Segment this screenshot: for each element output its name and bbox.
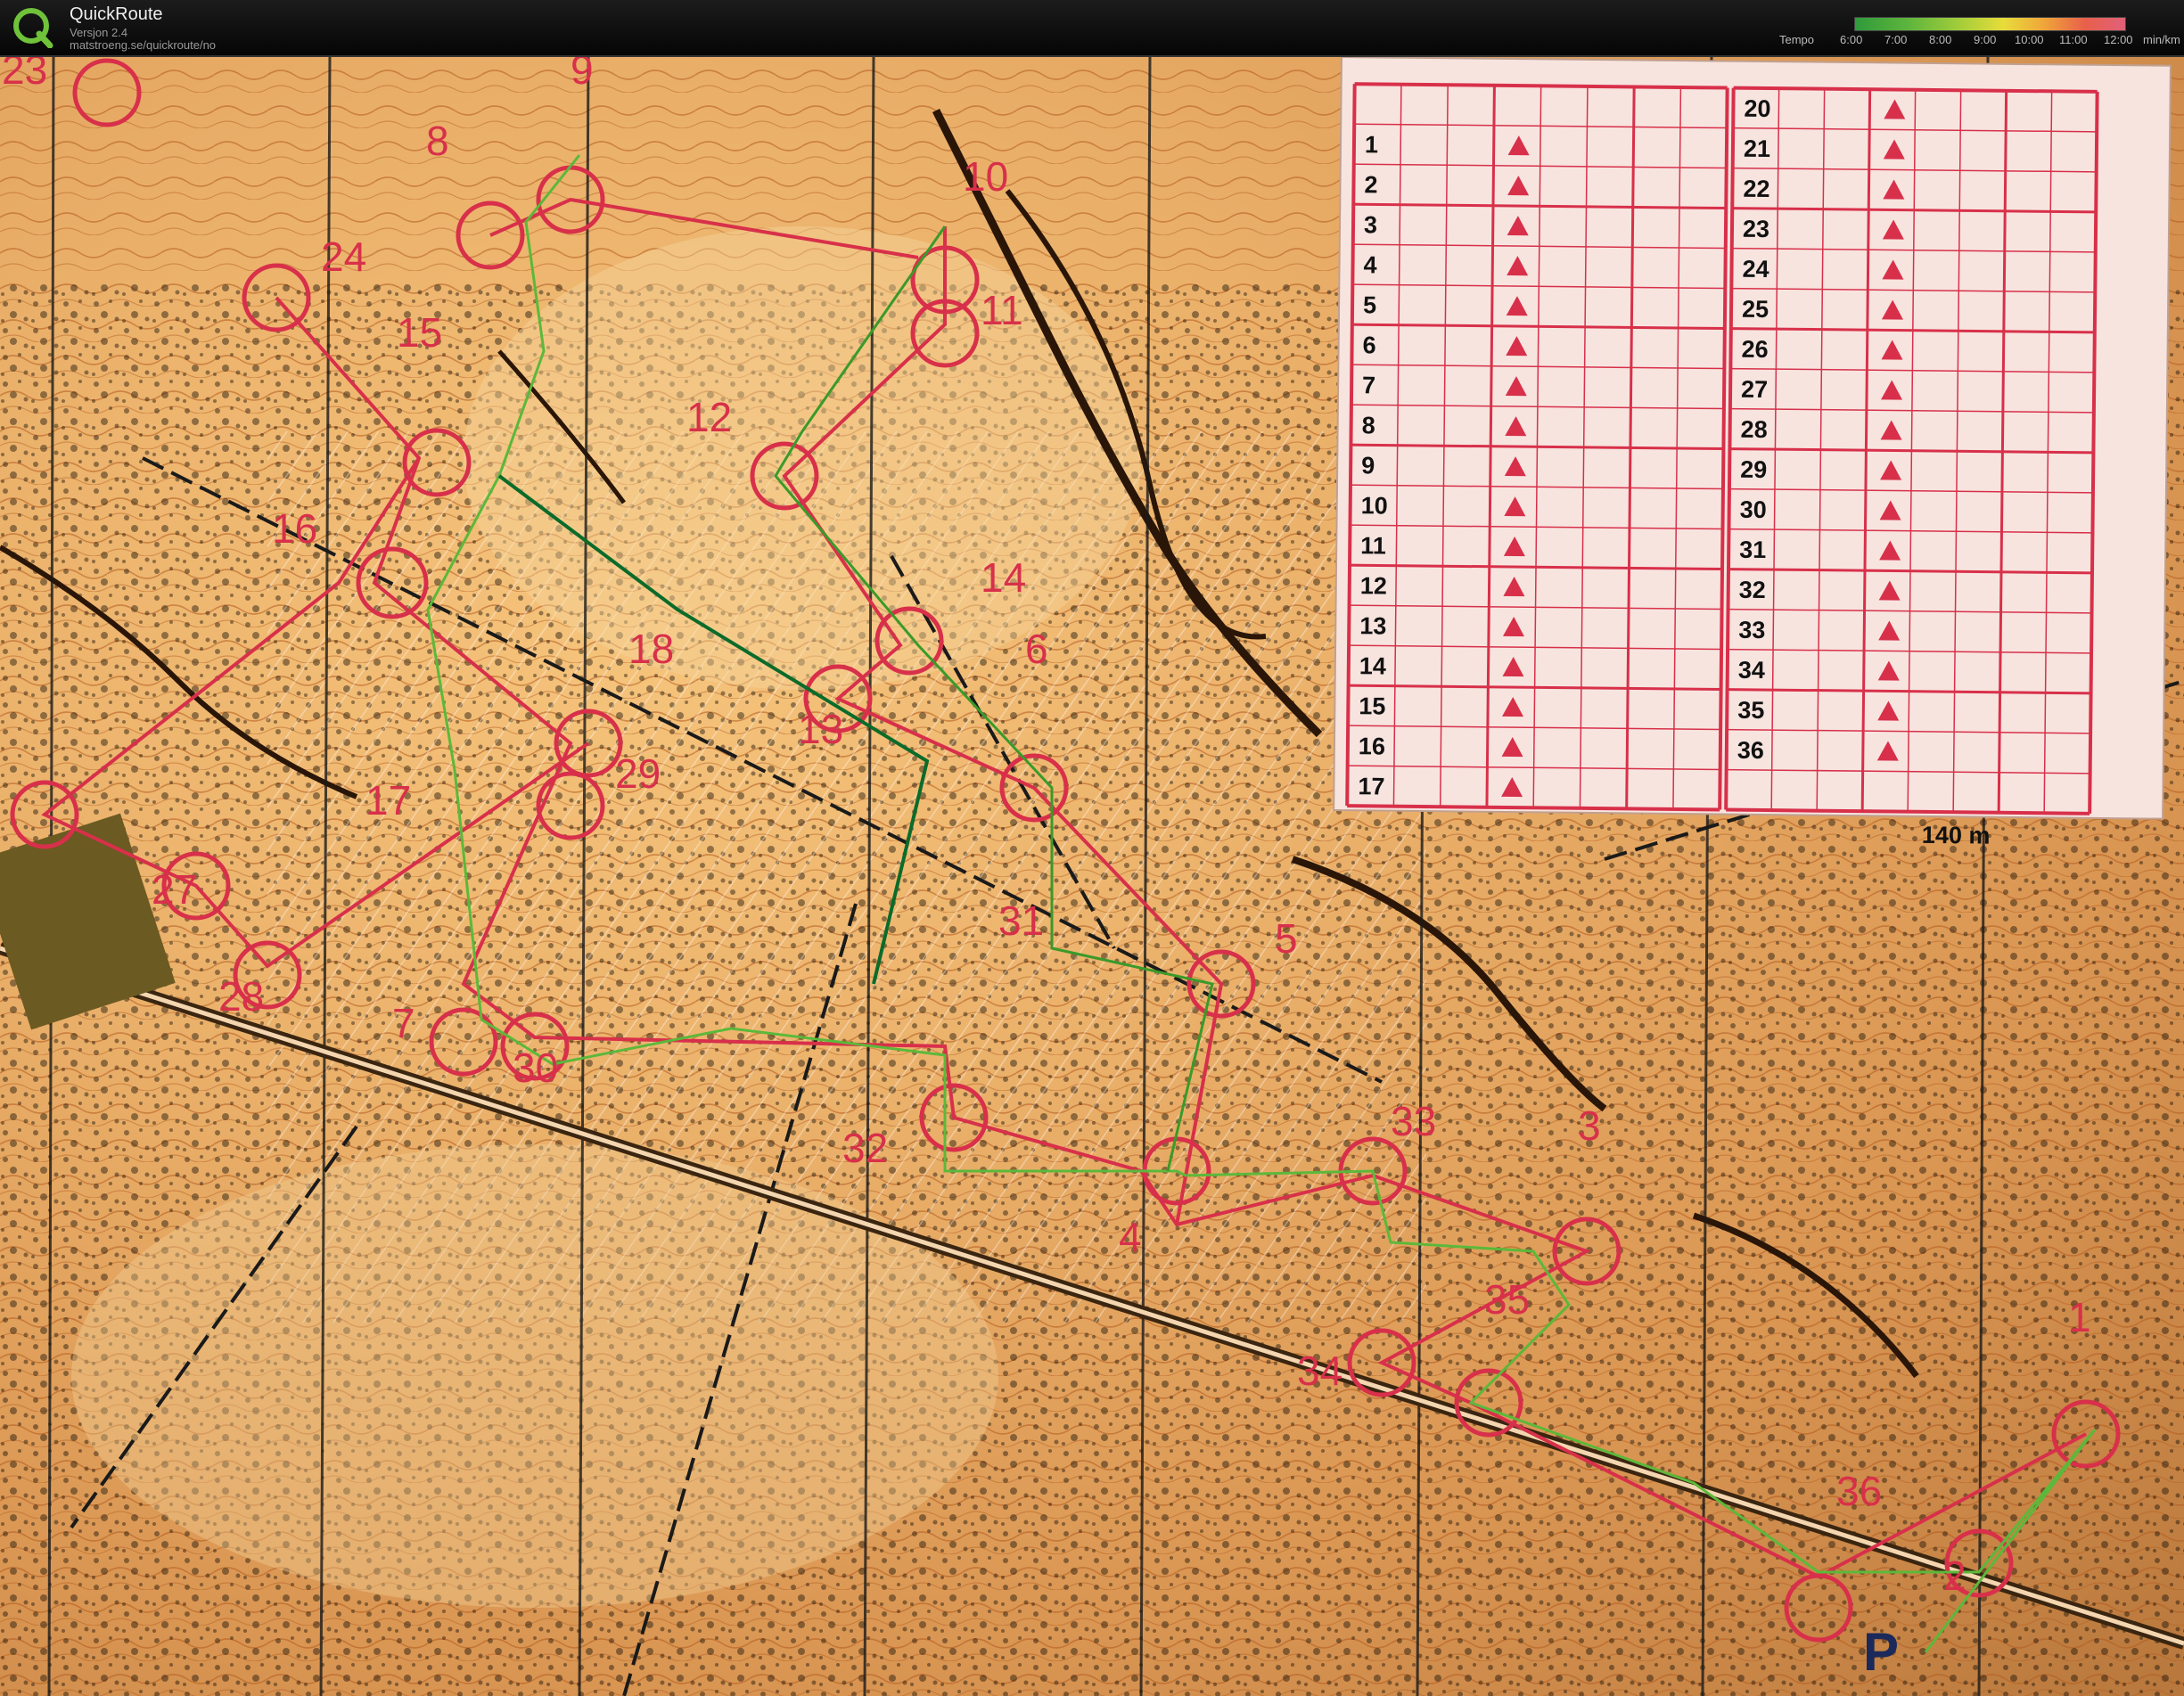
control-number: 13 — [798, 706, 843, 752]
description-row-number: 36 — [1737, 737, 1764, 764]
control-description-sheet: 1234567891011121314151617202122232425262… — [1333, 57, 2172, 849]
description-row-number: 34 — [1738, 657, 1765, 684]
control-number: 11 — [981, 287, 1023, 333]
control-number: 23 — [2, 57, 47, 93]
description-row-number: 15 — [1359, 692, 1385, 719]
control-number: 12 — [686, 394, 732, 440]
description-row-number: 20 — [1744, 95, 1770, 122]
app-title: QuickRoute — [70, 4, 163, 24]
description-row-number: 29 — [1740, 456, 1767, 483]
control-number: 14 — [981, 554, 1026, 601]
control-number: 34 — [1297, 1348, 1342, 1394]
description-row-number: 21 — [1744, 135, 1770, 162]
control-number: 31 — [998, 897, 1044, 944]
tempo-tick: 12:00 — [2104, 33, 2133, 46]
control-number: 10 — [963, 153, 1008, 200]
description-row-number: 25 — [1742, 296, 1769, 323]
orienteering-map[interactable]: 23 24 15 16 18 17 27 28 29 7 30 8 9 10 1… — [0, 57, 2184, 1696]
tempo-tick: 11:00 — [2059, 33, 2088, 46]
description-row-number: 11 — [1360, 532, 1386, 559]
description-row-number: 24 — [1742, 256, 1769, 283]
description-row-number: 32 — [1739, 577, 1766, 603]
control-number: 1 — [2068, 1294, 2091, 1340]
control-number: 29 — [615, 750, 661, 797]
tempo-unit: min/km — [2143, 33, 2180, 46]
description-row-number: 8 — [1362, 412, 1375, 438]
control-number: 4 — [1119, 1214, 1142, 1260]
tempo-tick: 7:00 — [1884, 33, 1908, 46]
control-number: 6 — [1025, 626, 1048, 672]
control-number: 18 — [628, 626, 674, 672]
description-row-number: 16 — [1359, 733, 1385, 759]
control-number: 9 — [571, 57, 594, 93]
control-number: 3 — [1578, 1102, 1601, 1149]
description-row-number: 5 — [1363, 291, 1376, 318]
control-number: 24 — [321, 234, 366, 280]
tempo-tick: 8:00 — [1929, 33, 1952, 46]
description-row-number: 7 — [1362, 372, 1375, 398]
control-number: 17 — [365, 777, 411, 823]
control-number: 32 — [842, 1125, 888, 1171]
description-row-number: 35 — [1737, 697, 1764, 724]
control-number: 5 — [1275, 915, 1298, 962]
description-row-number: 3 — [1364, 211, 1377, 238]
control-number: 7 — [392, 1000, 415, 1046]
tempo-label: Tempo — [1779, 33, 1815, 46]
control-number: 35 — [1484, 1276, 1530, 1323]
control-number: 28 — [218, 973, 264, 1020]
control-number: 16 — [272, 505, 317, 552]
description-row-number: 1 — [1365, 131, 1378, 158]
quickroute-logo-icon — [13, 8, 53, 48]
description-row-number: 12 — [1360, 572, 1387, 599]
control-number: 33 — [1391, 1098, 1436, 1144]
description-row-number: 31 — [1739, 537, 1766, 563]
description-row-number: 27 — [1741, 376, 1768, 403]
tempo-tick: 9:00 — [1974, 33, 1997, 46]
tempo-tick: 10:00 — [2015, 33, 2044, 46]
description-row-number: 22 — [1743, 176, 1769, 202]
description-row-number: 17 — [1358, 773, 1384, 799]
control-number: 8 — [426, 118, 449, 164]
control-number: 27 — [152, 866, 197, 913]
finish-distance: 140 m — [1922, 822, 1991, 849]
description-row-number: 26 — [1741, 336, 1768, 363]
description-row-number: 28 — [1740, 416, 1767, 443]
description-row-number: 10 — [1361, 492, 1388, 519]
app-url[interactable]: matstroeng.se/quickroute/no — [70, 38, 216, 52]
description-row-number: 33 — [1738, 617, 1765, 643]
map-canvas[interactable]: 23 24 15 16 18 17 27 28 29 7 30 8 9 10 1… — [0, 57, 2184, 1696]
description-row-number: 6 — [1362, 332, 1375, 358]
description-row-number: 14 — [1359, 652, 1386, 679]
tempo-color-scale — [1854, 17, 2126, 31]
description-row-number: 30 — [1740, 496, 1767, 523]
control-number: 36 — [1836, 1468, 1882, 1514]
description-row-number: 23 — [1743, 216, 1769, 242]
control-number: 30 — [513, 1045, 558, 1091]
parking-symbol: P — [1863, 1622, 1899, 1682]
description-row-number: 9 — [1361, 452, 1375, 479]
description-row-number: 13 — [1359, 612, 1386, 639]
description-row-number: 4 — [1363, 251, 1376, 278]
description-row-number: 2 — [1364, 171, 1377, 198]
open-area — [71, 1144, 998, 1608]
control-number: 15 — [397, 309, 442, 356]
tempo-tick: 6:00 — [1840, 33, 1863, 46]
control-number: 2 — [1943, 1553, 1966, 1599]
app-version: Versjon 2.4 — [70, 26, 128, 39]
app-header: QuickRoute Versjon 2.4 matstroeng.se/qui… — [0, 0, 2184, 57]
tempo-legend: Tempo 6:00 7:00 8:00 9:00 10:00 11:00 12… — [1779, 15, 2180, 51]
